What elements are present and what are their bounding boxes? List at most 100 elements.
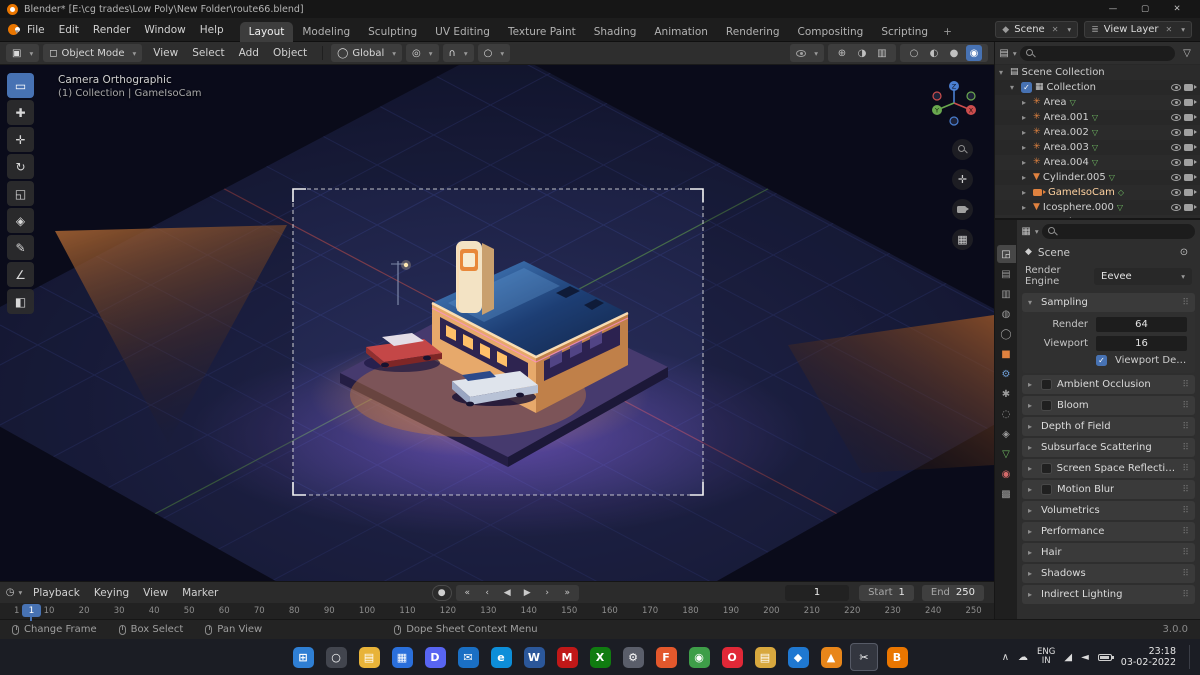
outliner-row-collection[interactable]: ▦ Collection (995, 80, 1200, 95)
maximize-button[interactable]: ▢ (1129, 0, 1161, 18)
outliner-row-scene-collection[interactable]: ▤ Scene Collection (995, 65, 1200, 80)
menu-item[interactable]: Window (137, 22, 192, 38)
taskbar-app-icon[interactable]: ▤ (751, 643, 779, 671)
timeline-menu-item[interactable]: Playback (26, 585, 87, 601)
viewport-menu-item[interactable]: Select (185, 45, 231, 61)
render-visibility-icon[interactable] (1184, 144, 1197, 151)
shading-solid-button[interactable]: ◐ (926, 45, 942, 61)
expand-icon[interactable] (1010, 83, 1018, 92)
transport-button[interactable]: « (458, 585, 477, 601)
taskbar-app-icon[interactable]: e (487, 643, 515, 671)
pin-icon[interactable]: ⊙ (1176, 245, 1192, 261)
timeline-ruler[interactable]: 1 10 20 30 40 50 60 70 80 90 100 110 120 130 140 150 160… (0, 603, 994, 621)
tab-uv-editing[interactable]: UV Editing (426, 22, 499, 42)
minimize-button[interactable]: — (1097, 0, 1129, 18)
rotate-tool[interactable]: ↻ (7, 154, 34, 179)
eye-icon[interactable] (1171, 144, 1181, 151)
tab-texture-paint[interactable]: Texture Paint (499, 22, 585, 42)
ambient-occlusion-checkbox[interactable] (1041, 379, 1052, 390)
properties-tab[interactable]: ◌ (997, 405, 1016, 423)
taskbar-app-icon[interactable]: F (652, 643, 680, 671)
eye-icon[interactable] (1171, 159, 1181, 166)
end-frame-field[interactable]: End 250 (921, 584, 984, 601)
motion-blur-section-header[interactable]: Motion Blur (1022, 480, 1195, 499)
scale-tool[interactable]: ◱ (7, 181, 34, 206)
tab-compositing[interactable]: Compositing (789, 22, 873, 42)
render-engine-select[interactable]: Eevee (1094, 267, 1192, 285)
navigation-gizmo[interactable]: Z X Y (928, 77, 980, 129)
overlays-toggle[interactable]: ◑ (854, 45, 870, 61)
eye-icon[interactable] (1171, 114, 1181, 121)
add-workspace-button[interactable]: + (937, 22, 958, 42)
taskbar-app-icon[interactable]: ▦ (388, 643, 416, 671)
drag-grip-icon[interactable] (1182, 297, 1189, 308)
expand-icon[interactable] (1022, 158, 1030, 167)
bloom-checkbox[interactable] (1041, 400, 1052, 411)
expand-icon[interactable] (1022, 128, 1030, 137)
xray-toggle[interactable]: ▥ (874, 45, 890, 61)
eye-icon[interactable] (1171, 129, 1181, 136)
outliner-row-cylinder-005[interactable]: ▼ Cylinder.005 ▽ (995, 170, 1200, 185)
timeline-menu-item[interactable]: View (136, 585, 175, 601)
move-tool[interactable]: ✛ (7, 127, 34, 152)
outliner-row-area-003[interactable]: ✳ Area.003 ▽ (995, 140, 1200, 155)
taskbar-app-icon[interactable]: ⊞ (289, 643, 317, 671)
volume-icon[interactable]: ◄ (1081, 652, 1089, 663)
render-visibility-icon[interactable] (1184, 84, 1197, 91)
properties-tab[interactable]: ◯ (997, 325, 1016, 343)
taskbar-app-icon[interactable]: O (718, 643, 746, 671)
blender-menu-icon[interactable] (8, 24, 20, 35)
unlink-scene-icon[interactable]: ✕ (1052, 25, 1059, 34)
properties-tab[interactable]: ◍ (997, 305, 1016, 323)
drag-grip-icon[interactable] (1182, 568, 1189, 579)
menu-item[interactable]: Render (86, 22, 137, 38)
chevron-up-icon[interactable]: ∧ (1002, 652, 1009, 663)
shading-wireframe-button[interactable]: ○ (906, 45, 922, 61)
close-button[interactable]: ✕ (1161, 0, 1193, 18)
eye-icon[interactable] (1171, 204, 1181, 211)
transform-orientation-select[interactable]: ◯ Global (331, 44, 403, 62)
indirect-lighting-section-header[interactable]: Indirect Lighting (1022, 585, 1195, 604)
transport-button[interactable]: › (538, 585, 557, 601)
taskbar-app-icon[interactable]: ✂ (850, 643, 878, 671)
hair-section-header[interactable]: Hair (1022, 543, 1195, 562)
camera-view-icon[interactable] (952, 199, 973, 220)
scene-selector[interactable]: ◆ Scene ✕ (995, 21, 1079, 38)
taskbar-app-icon[interactable]: ▲ (817, 643, 845, 671)
taskbar-app-icon[interactable]: D (421, 643, 449, 671)
pan-hand-icon[interactable]: ✛ (952, 169, 973, 190)
annotate-tool[interactable]: ✎ (7, 235, 34, 260)
render-visibility-icon[interactable] (1184, 114, 1197, 121)
timeline-menu-item[interactable]: Marker (175, 585, 225, 601)
drag-grip-icon[interactable] (1182, 505, 1189, 516)
language-indicator[interactable]: ENG IN (1037, 648, 1055, 666)
properties-editor-icon[interactable]: ▦ (1021, 223, 1038, 239)
properties-tab[interactable]: ▤ (997, 265, 1016, 283)
properties-tab[interactable]: ◈ (997, 425, 1016, 443)
gizmo-toggle[interactable]: ⊕ (834, 45, 850, 61)
tab-layout[interactable]: Layout (239, 21, 294, 42)
editor-type-select[interactable]: ▣ (6, 44, 40, 62)
outliner-row-gameisocam[interactable]: GameIsoCam ◇ (995, 185, 1200, 200)
expand-icon[interactable] (1022, 98, 1030, 107)
motion-blur-checkbox[interactable] (1041, 484, 1052, 495)
properties-search-input[interactable] (1042, 223, 1195, 239)
viewport-menu-item[interactable]: View (146, 45, 185, 61)
tab-shading[interactable]: Shading (585, 22, 646, 42)
timeline-menu-item[interactable]: Keying (87, 585, 136, 601)
current-frame-field[interactable]: 1 (785, 584, 850, 601)
properties-tab[interactable]: ✱ (997, 385, 1016, 403)
taskbar-app-icon[interactable]: ▤ (355, 643, 383, 671)
render-samples-field[interactable]: 64 (1096, 317, 1187, 332)
expand-icon[interactable] (1022, 203, 1030, 212)
filter-icon[interactable]: ▽ (1179, 45, 1195, 61)
transport-button[interactable]: ▶ (518, 585, 537, 601)
viewport-menu-item[interactable]: Object (266, 45, 314, 61)
view-layer-selector[interactable]: ≣ View Layer ✕ (1084, 21, 1192, 38)
perspective-toggle-icon[interactable]: ▦ (952, 229, 973, 250)
outliner-row-area-004[interactable]: ✳ Area.004 ▽ (995, 155, 1200, 170)
viewport-canvas[interactable]: Camera Orthographic (1) Collection | Gam… (0, 65, 994, 581)
menu-item[interactable]: Help (193, 22, 231, 38)
select-box-tool[interactable]: ▭ (7, 73, 34, 98)
drag-grip-icon[interactable] (1182, 463, 1189, 474)
